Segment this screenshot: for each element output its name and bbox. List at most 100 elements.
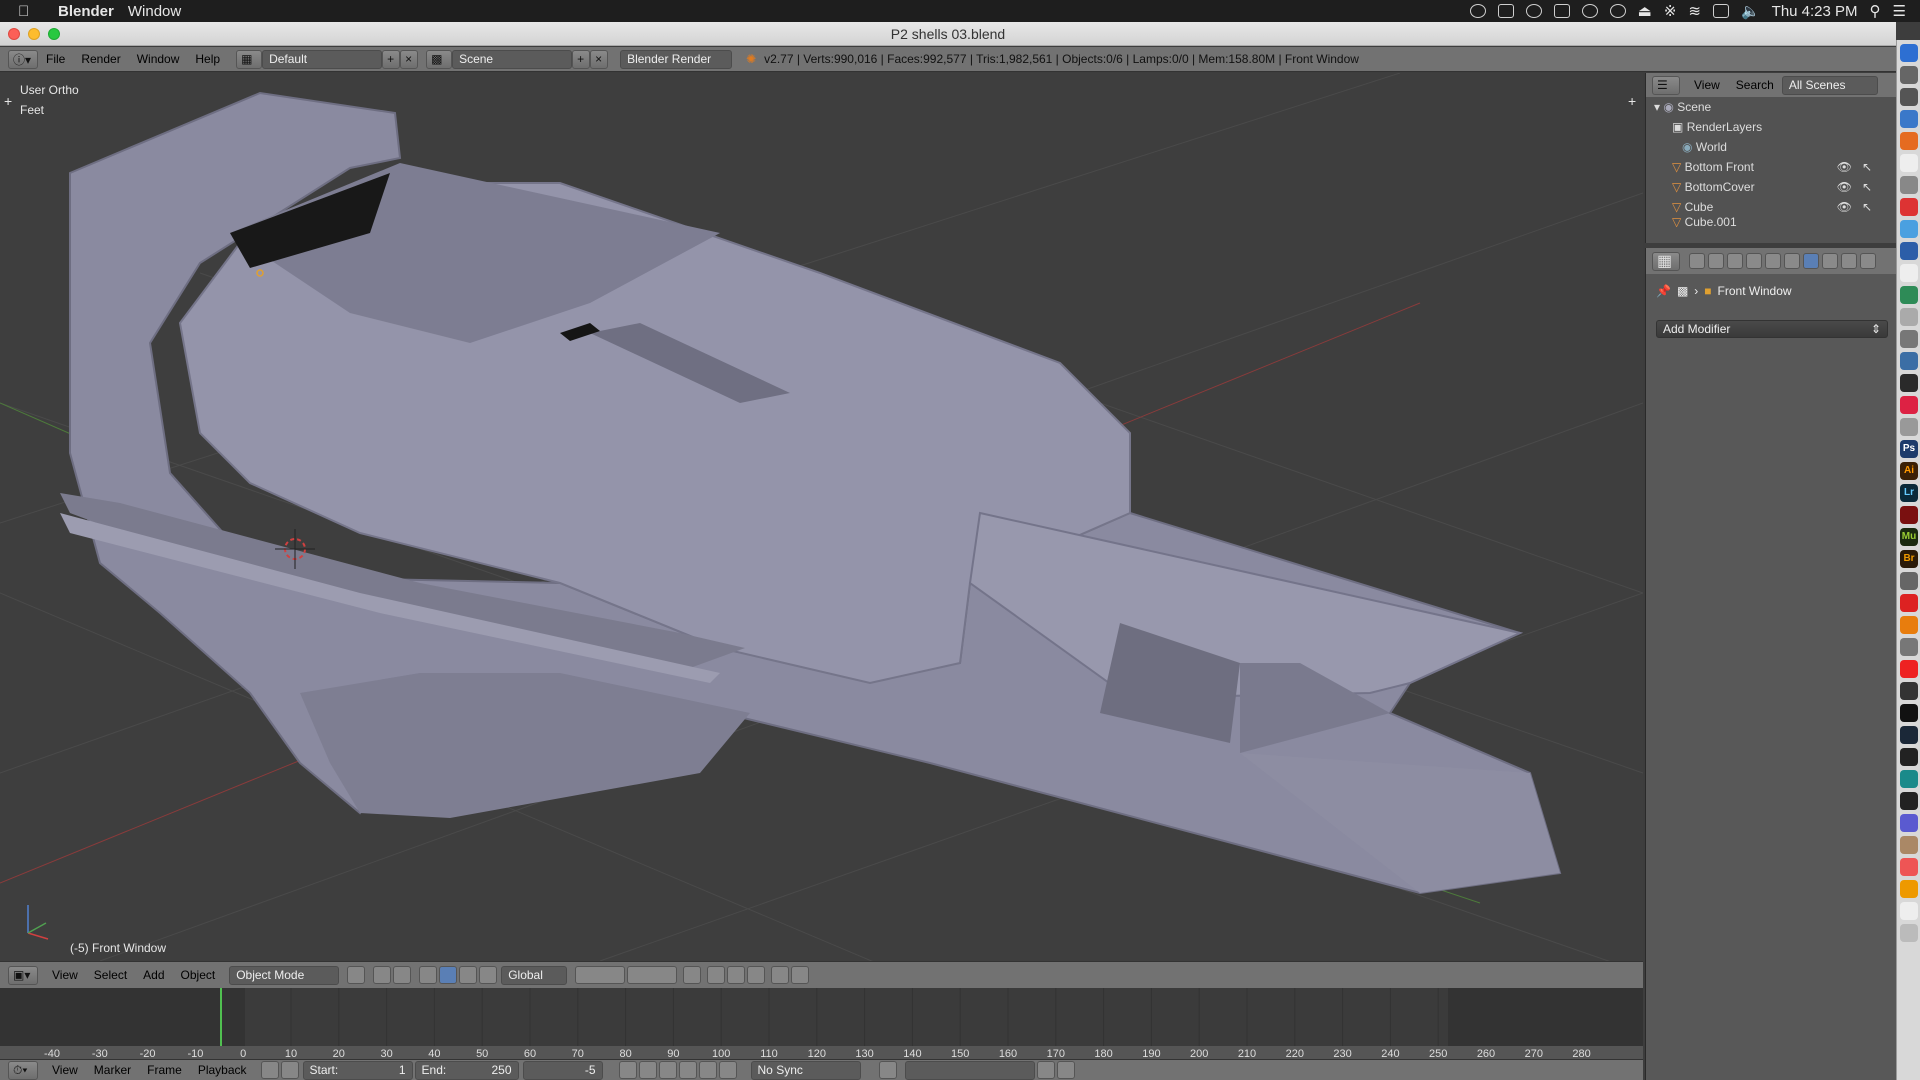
preview-range-icon[interactable] xyxy=(260,1061,279,1079)
limit-selection-icon[interactable] xyxy=(393,966,412,984)
render-layers-tab-icon[interactable] xyxy=(1708,253,1724,269)
constraints-tab-icon[interactable] xyxy=(1784,253,1800,269)
outliner-item-cube[interactable]: ▽ Cube 👁 ↖ xyxy=(1646,197,1896,217)
outliner-item-bottom-front[interactable]: ▽ Bottom Front 👁 ↖ xyxy=(1646,157,1896,177)
blender-dock-icon[interactable] xyxy=(1900,616,1918,634)
chrome-icon[interactable] xyxy=(1900,396,1918,414)
snap-toggle-icon[interactable] xyxy=(727,966,746,984)
app-icon-2[interactable] xyxy=(1900,660,1918,678)
minimize-window-icon[interactable] xyxy=(28,28,40,40)
photoshop-icon[interactable]: Ps xyxy=(1900,440,1918,458)
app-icon-5[interactable] xyxy=(1900,770,1918,788)
outliner-view-menu[interactable]: View xyxy=(1694,78,1720,92)
rotate-manipulator-icon[interactable] xyxy=(459,966,478,984)
add-scene-icon[interactable]: + xyxy=(572,49,591,69)
translate-manipulator-icon[interactable] xyxy=(439,966,458,984)
photo-app-icon[interactable] xyxy=(1900,352,1918,370)
finder-icon[interactable] xyxy=(1900,44,1918,62)
google-drive-icon[interactable] xyxy=(1553,4,1570,18)
timeline-canvas[interactable]: -40 -30 -20 -10 0 10 20 30 40 50 60 70 80 90 100 110 120… xyxy=(0,988,1643,1060)
play-reverse-icon[interactable] xyxy=(658,1061,677,1079)
bluetooth-icon[interactable]: ※ xyxy=(1664,2,1677,20)
outliner-item-cube-001[interactable]: ▽ Cube.001 xyxy=(1646,217,1896,227)
app-icon-4[interactable] xyxy=(1900,748,1918,766)
editor-type-timeline-icon[interactable]: ⏱▾ xyxy=(8,1060,38,1080)
app-icon-8[interactable] xyxy=(1900,836,1918,854)
data-tab-icon[interactable] xyxy=(1822,253,1838,269)
terminal-icon[interactable] xyxy=(1900,374,1918,392)
jump-keyframe-back-icon[interactable] xyxy=(638,1061,657,1079)
creative-cloud-icon[interactable] xyxy=(1469,4,1486,18)
scene-layers-grid-2[interactable] xyxy=(627,966,678,984)
selectable-cursor-icon[interactable]: ↖ xyxy=(1862,180,1872,194)
transform-orientation-select[interactable]: Global xyxy=(501,965,568,985)
bridge-icon[interactable]: Br xyxy=(1900,550,1918,568)
notes-icon[interactable] xyxy=(1900,154,1918,172)
insert-keyframe-icon[interactable] xyxy=(1036,1061,1055,1079)
pivot-point-icon[interactable] xyxy=(373,966,392,984)
outliner-filter-select[interactable]: All Scenes xyxy=(1781,75,1878,95)
layer-lock-icon[interactable] xyxy=(683,966,702,984)
jump-start-icon[interactable] xyxy=(618,1061,637,1079)
numbers-icon[interactable] xyxy=(1900,286,1918,304)
properties-toggle-icon[interactable]: + xyxy=(4,93,12,109)
notification-center-icon[interactable]: ☰ xyxy=(1893,2,1906,20)
preview-icon[interactable] xyxy=(1900,308,1918,326)
opengl-render-icon[interactable] xyxy=(771,966,790,984)
add-modifier-button[interactable]: Add Modifier ⇕ xyxy=(1656,320,1888,338)
document-stack-icon[interactable] xyxy=(1900,902,1918,920)
timeline-editor[interactable]: -40 -30 -20 -10 0 10 20 30 40 50 60 70 80 90 100 110 120… xyxy=(0,988,1643,1060)
modifiers-tab-icon[interactable] xyxy=(1803,253,1819,269)
start-frame-field[interactable]: Start: 1 xyxy=(302,1060,413,1080)
menu-view[interactable]: View xyxy=(52,968,78,982)
calendar-icon[interactable] xyxy=(1900,198,1918,216)
trash-icon[interactable] xyxy=(1900,924,1918,942)
toolshelf-toggle-icon[interactable]: + xyxy=(1628,93,1636,109)
sync-mode-select[interactable]: No Sync xyxy=(750,1060,861,1080)
circle-icon[interactable] xyxy=(1581,4,1598,18)
end-frame-field[interactable]: End: 250 xyxy=(414,1060,519,1080)
visibility-eye-icon[interactable]: 👁 xyxy=(1837,160,1852,174)
utility-icon[interactable] xyxy=(1900,572,1918,590)
eject-icon[interactable]: ⏏ xyxy=(1638,2,1652,20)
document-icon[interactable] xyxy=(1900,264,1918,282)
selectable-cursor-icon[interactable]: ↖ xyxy=(1862,160,1872,174)
outliner-editor-icon[interactable]: ☰ xyxy=(1652,75,1680,95)
app-icon-9[interactable] xyxy=(1900,880,1918,898)
menu-object[interactable]: Object xyxy=(181,968,216,982)
proportional-editing-icon[interactable] xyxy=(707,966,726,984)
launchpad-icon[interactable] xyxy=(1900,66,1918,84)
lock-range-icon[interactable] xyxy=(280,1061,299,1079)
record-keyframe-icon[interactable] xyxy=(878,1061,897,1079)
camera-icon[interactable] xyxy=(1497,4,1514,18)
mode-select[interactable]: Object Mode xyxy=(229,965,340,985)
menu-add[interactable]: Add xyxy=(143,968,164,982)
tl-menu-view[interactable]: View xyxy=(52,1063,78,1077)
properties-editor-icon[interactable]: ▦ xyxy=(1652,251,1680,271)
3d-viewport[interactable]: User Ortho Feet (-5) Front Window + + xyxy=(0,73,1643,961)
messages-icon[interactable] xyxy=(1900,220,1918,238)
remove-layout-icon[interactable]: × xyxy=(400,49,419,69)
editor-type-3dview-icon[interactable]: ▣▾ xyxy=(8,965,38,985)
steam-icon[interactable] xyxy=(1900,726,1918,744)
scene-field[interactable]: Scene xyxy=(452,49,573,69)
time-machine-icon[interactable] xyxy=(1609,4,1626,18)
display-icon[interactable] xyxy=(1712,4,1729,18)
opengl-animation-icon[interactable] xyxy=(791,966,810,984)
keying-set-field[interactable] xyxy=(904,1060,1035,1080)
app-menu[interactable]: Blender xyxy=(58,3,114,20)
add-layout-icon[interactable]: + xyxy=(382,49,401,69)
system-preferences-icon[interactable] xyxy=(1900,88,1918,106)
outliner-search-menu[interactable]: Search xyxy=(1736,78,1774,92)
recorder-icon[interactable] xyxy=(1900,594,1918,612)
scene-layers-grid-1[interactable] xyxy=(575,966,626,984)
unity-icon[interactable] xyxy=(1900,704,1918,722)
delete-keyframe-icon[interactable] xyxy=(1056,1061,1075,1079)
layout-field[interactable]: Default xyxy=(262,49,383,69)
object-tab-icon[interactable] xyxy=(1765,253,1781,269)
visibility-eye-icon[interactable]: 👁 xyxy=(1837,180,1852,194)
jump-end-icon[interactable] xyxy=(718,1061,737,1079)
outliner-item-renderlayers[interactable]: ▣ RenderLayers xyxy=(1646,117,1896,137)
firefox-icon[interactable] xyxy=(1900,132,1918,150)
window-menu[interactable]: Window xyxy=(128,3,181,20)
